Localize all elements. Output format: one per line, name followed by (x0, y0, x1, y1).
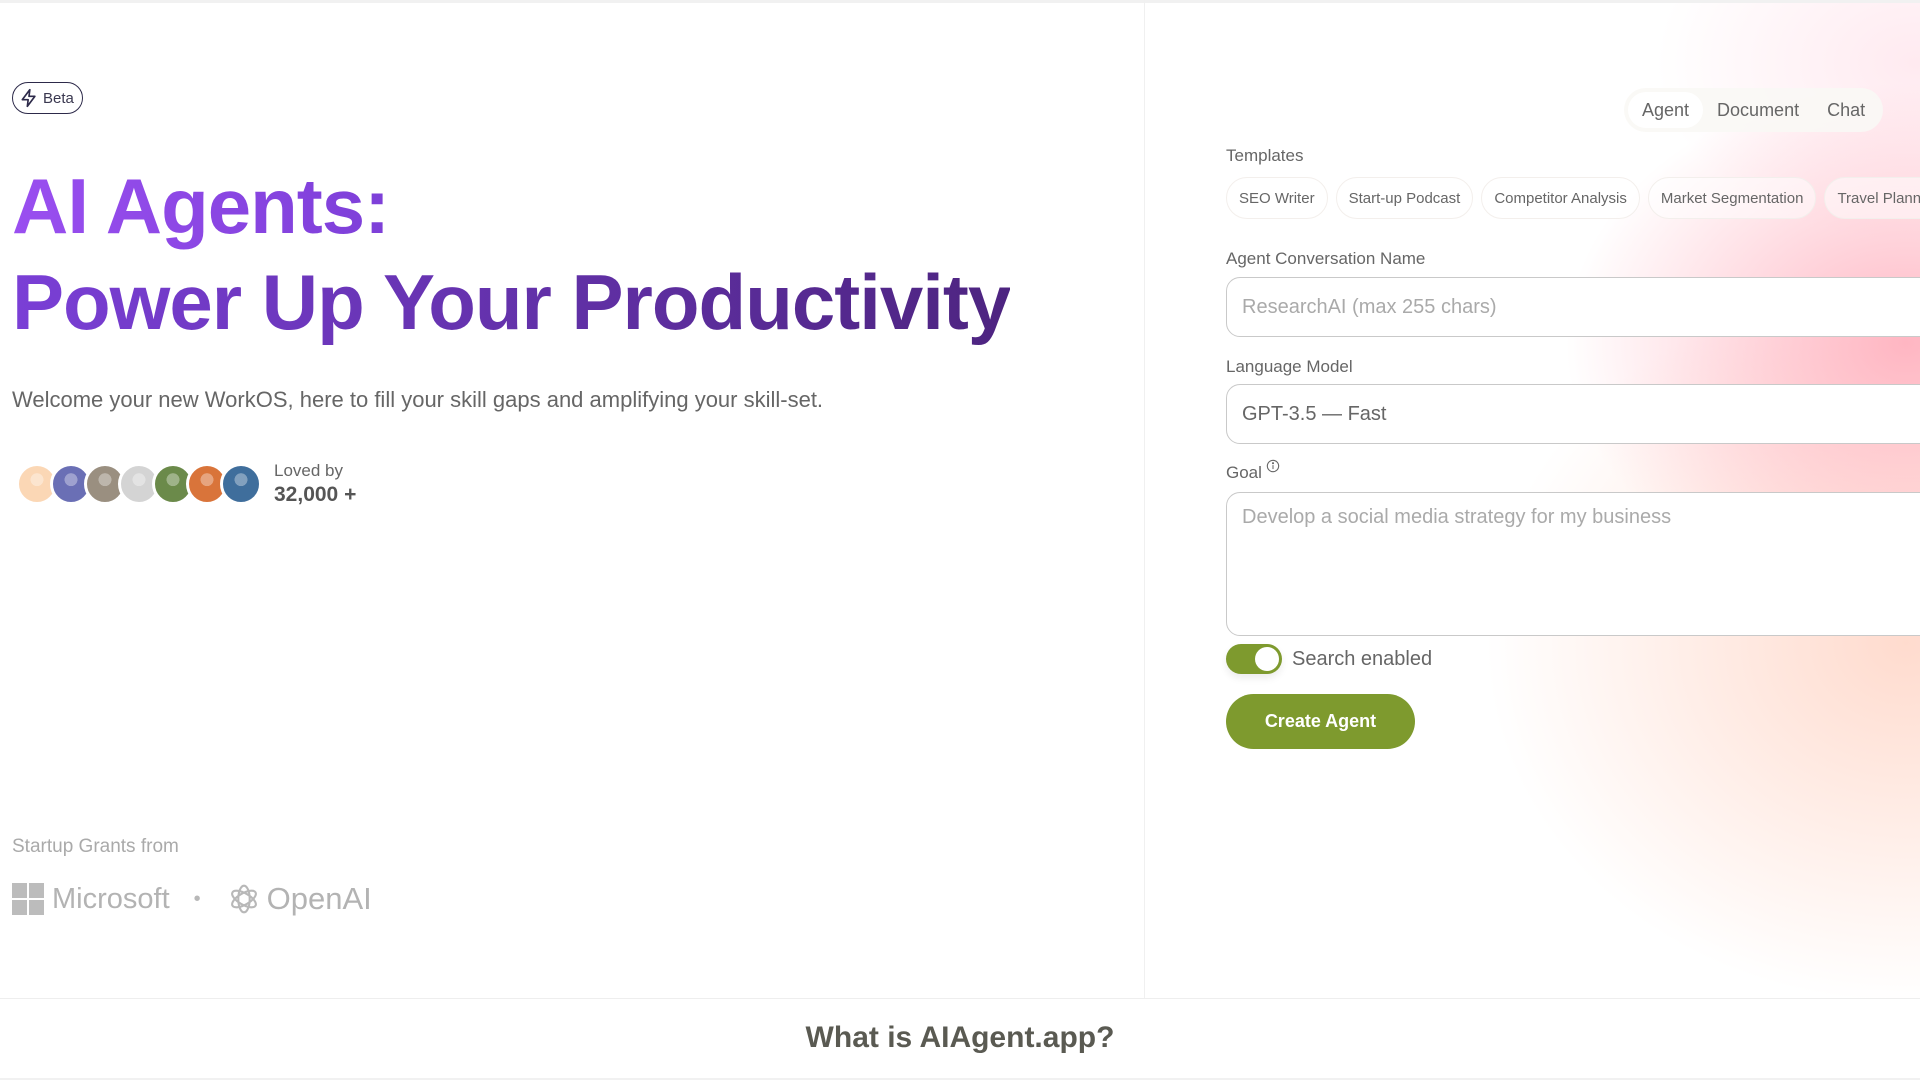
social-proof: Loved by 32,000 + (16, 461, 356, 507)
microsoft-grid-icon (12, 883, 44, 915)
loved-by-label: Loved by (274, 461, 343, 480)
goal-label: Goal (1226, 463, 1262, 482)
template-chip-seo-writer[interactable]: SEO Writer (1226, 177, 1328, 219)
mode-tabs: Agent Document Chat (1624, 88, 1884, 132)
microsoft-logo: Microsoft (12, 883, 170, 916)
hero-subtitle: Welcome your new WorkOS, here to fill yo… (12, 387, 824, 412)
language-model-select[interactable]: GPT-3.5 — Fast (1226, 384, 1920, 444)
loved-by: Loved by 32,000 + (274, 461, 356, 507)
page-title: AI Agents: Power Up Your Productivity (12, 158, 1011, 350)
template-chip-startup-podcast[interactable]: Start-up Podcast (1335, 177, 1474, 219)
tab-document[interactable]: Document (1703, 92, 1813, 128)
hero-section: Beta AI Agents: Power Up Your Productivi… (0, 0, 1145, 998)
goal-textarea[interactable] (1226, 492, 1920, 636)
openai-knot-icon (230, 884, 257, 914)
openai-logo: OpenAI (225, 880, 372, 918)
grant-logos: Microsoft • OpenAI (12, 880, 372, 918)
microsoft-label: Microsoft (52, 882, 170, 915)
template-chip-travel-planner[interactable]: Travel Planner (1824, 177, 1920, 219)
agent-panel: Agent Document Chat Templates SEO Writer… (1146, 3, 1920, 998)
template-chips: SEO Writer Start-up Podcast Competitor A… (1226, 177, 1920, 219)
template-chip-competitor-analysis[interactable]: Competitor Analysis (1481, 177, 1640, 219)
logo-separator: • (193, 887, 201, 910)
agent-name-label: Agent Conversation Name (1226, 249, 1426, 268)
headline-line-1: AI Agents: (12, 158, 390, 254)
goal-label-row: Goal (1226, 459, 1280, 483)
loved-by-count: 32,000 + (274, 483, 357, 506)
avatar-7 (220, 463, 262, 505)
create-agent-button[interactable]: Create Agent (1226, 694, 1415, 749)
search-toggle[interactable] (1226, 644, 1282, 674)
info-icon[interactable] (1266, 459, 1280, 473)
beta-badge: Beta (12, 82, 83, 114)
template-chip-market-segmentation[interactable]: Market Segmentation (1647, 177, 1817, 219)
search-toggle-label: Search enabled (1292, 647, 1433, 670)
lightning-icon (21, 88, 36, 108)
toggle-knob (1255, 647, 1279, 671)
about-section: What is AIAgent.app? (0, 998, 1920, 1080)
openai-label: OpenAI (266, 881, 372, 916)
language-model-value: GPT-3.5 — Fast (1242, 402, 1387, 425)
avatar-stack (16, 463, 262, 505)
grants-label: Startup Grants from (12, 836, 179, 857)
beta-label: Beta (43, 89, 74, 107)
headline-line-2: Power Up Your Productivity (12, 254, 1011, 350)
tab-agent[interactable]: Agent (1628, 92, 1704, 128)
about-heading: What is AIAgent.app? (805, 1021, 1115, 1054)
tab-chat[interactable]: Chat (1813, 92, 1879, 128)
search-toggle-row: Search enabled (1226, 644, 1432, 674)
language-model-label: Language Model (1226, 357, 1353, 376)
templates-label: Templates (1226, 146, 1304, 165)
agent-name-input[interactable] (1226, 277, 1920, 337)
